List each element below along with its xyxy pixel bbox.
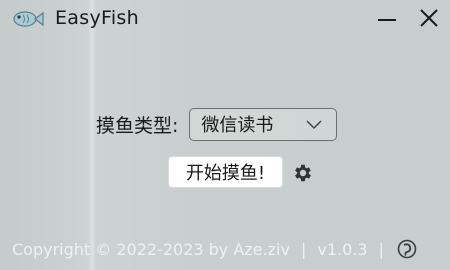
close-icon bbox=[420, 9, 438, 27]
fish-type-select[interactable]: 微信读书 bbox=[189, 107, 338, 141]
footer: Copyright © 2022-2023 by Aze.ziv | v1.0.… bbox=[12, 237, 417, 261]
chevron-down-icon bbox=[306, 119, 322, 129]
fish-type-row: 摸鱼类型: 微信读书 bbox=[96, 106, 338, 142]
title-bar[interactable]: EasyFish bbox=[0, 0, 450, 38]
version-text: v1.0.3 bbox=[317, 239, 368, 259]
fish-type-label: 摸鱼类型: bbox=[96, 114, 179, 137]
fish-icon bbox=[13, 11, 44, 27]
app-window: EasyFish 摸鱼类型: 微信读书 开始摸鱼! Copyright © 20… bbox=[0, 0, 450, 270]
fish-hook-icon[interactable] bbox=[397, 239, 417, 259]
gear-icon[interactable] bbox=[292, 162, 314, 184]
fish-type-select-value: 微信读书 bbox=[201, 115, 274, 136]
minimize-button[interactable] bbox=[372, 4, 402, 32]
footer-separator: | bbox=[300, 239, 307, 259]
minimize-icon bbox=[378, 19, 396, 21]
copyright-text: Copyright © 2022-2023 by Aze.ziv bbox=[12, 239, 290, 259]
footer-separator: | bbox=[378, 239, 384, 259]
close-button[interactable] bbox=[414, 4, 444, 32]
start-fishing-button[interactable]: 开始摸鱼! bbox=[168, 156, 283, 188]
window-title: EasyFish bbox=[55, 7, 139, 29]
